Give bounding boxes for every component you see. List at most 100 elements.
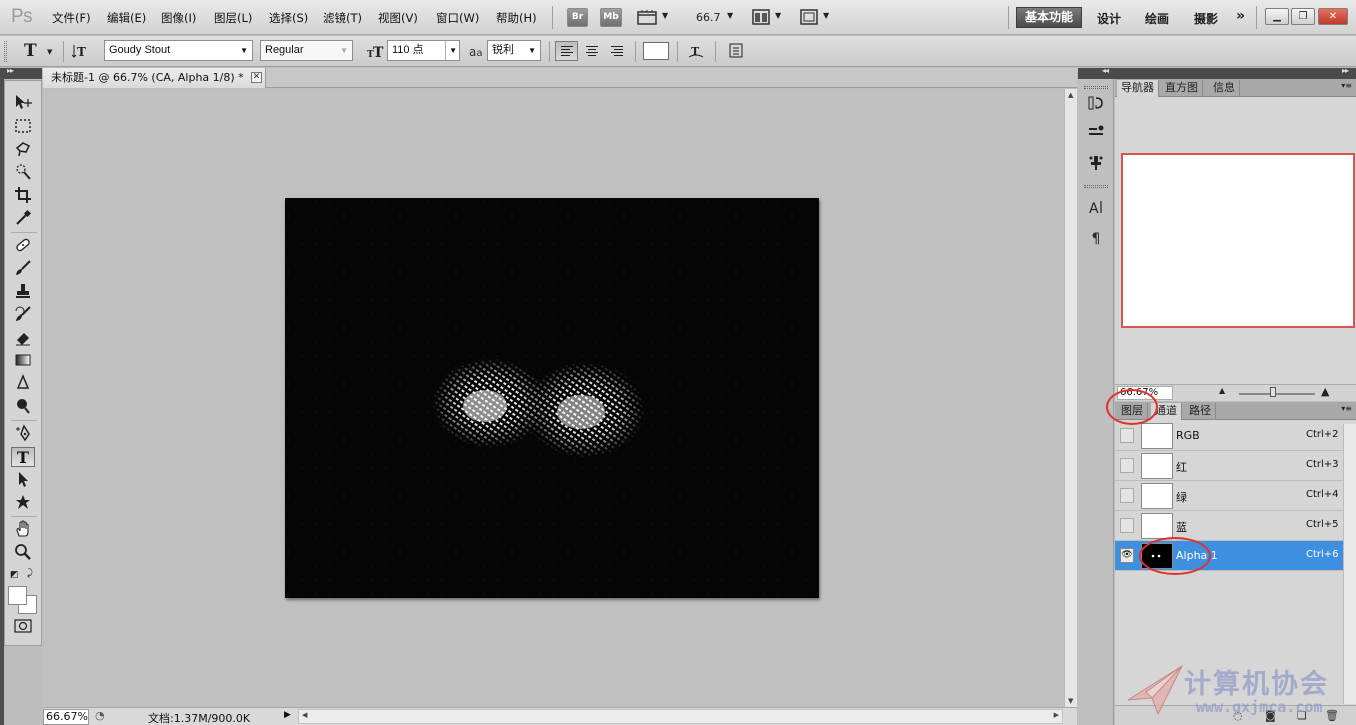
restore-button[interactable]: ❐ [1291, 8, 1315, 25]
warp-text-icon[interactable]: T [688, 43, 704, 63]
preview-icon[interactable]: ◔ [95, 709, 105, 722]
character-panel-icon[interactable]: A [1084, 198, 1108, 220]
eyedropper-tool-icon[interactable] [11, 209, 35, 229]
tab-histogram[interactable]: 直方图 [1161, 80, 1203, 97]
font-size-select[interactable]: 110 点 ▼ [387, 40, 460, 61]
align-left-button[interactable] [555, 41, 578, 61]
zoom-caret-icon[interactable]: ▼ [727, 11, 733, 20]
scroll-left-icon[interactable]: ◀ [302, 711, 307, 719]
more-workspaces-icon[interactable]: » [1236, 8, 1245, 24]
toggle-text-orientation-icon[interactable]: T [71, 43, 88, 63]
arrange-caret-icon[interactable]: ▼ [775, 11, 781, 20]
navigator-preview[interactable] [1121, 153, 1355, 328]
gradient-tool-icon[interactable] [11, 351, 35, 371]
healing-brush-tool-icon[interactable] [11, 236, 35, 256]
extras-caret-icon[interactable]: ▼ [662, 11, 668, 20]
workspace-essentials[interactable]: 基本功能 [1016, 7, 1082, 28]
default-colors-icon[interactable]: ◩ [10, 570, 19, 580]
workspace-design[interactable]: 设计 [1097, 10, 1121, 27]
zoom-out-icon[interactable]: ▲ [1219, 386, 1225, 395]
quick-selection-tool-icon[interactable] [11, 163, 35, 183]
screen-mode-icon[interactable] [800, 9, 818, 26]
menu-select[interactable]: 选择(S) [269, 10, 308, 26]
dodge-tool-icon[interactable] [11, 397, 35, 417]
channel-row-red[interactable]: 红 Ctrl+3 [1115, 451, 1356, 481]
brush-tool-icon[interactable] [11, 259, 35, 279]
strip-grip[interactable] [1084, 185, 1108, 188]
panel-menu-icon[interactable]: ▾≡ [1341, 404, 1352, 413]
toolbox-header[interactable]: ▸▸ [0, 66, 42, 79]
visibility-toggle[interactable] [1120, 428, 1134, 443]
menu-image[interactable]: 图像(I) [161, 10, 196, 26]
navigator-zoom-slider[interactable] [1239, 393, 1315, 395]
collapse-icon[interactable]: ▸▸ [1342, 66, 1349, 75]
channel-row-green[interactable]: 绿 Ctrl+4 [1115, 481, 1356, 511]
status-zoom-input[interactable]: 66.67% [43, 709, 89, 725]
menu-view[interactable]: 视图(V) [378, 10, 418, 26]
foreground-color-swatch[interactable] [8, 586, 27, 605]
zoom-tool-icon[interactable] [11, 543, 35, 563]
collapse-icon[interactable]: ▸▸ [7, 66, 14, 75]
document-canvas[interactable] [285, 198, 819, 598]
path-selection-tool-icon[interactable] [11, 470, 35, 490]
move-tool-icon[interactable] [11, 93, 35, 113]
scroll-down-icon[interactable]: ▼ [1068, 697, 1073, 705]
history-brush-tool-icon[interactable] [11, 305, 35, 325]
menu-file[interactable]: 文件(F) [52, 10, 91, 26]
canvas-area[interactable] [43, 89, 1064, 707]
custom-shape-tool-icon[interactable] [11, 493, 35, 513]
menu-help[interactable]: 帮助(H) [496, 10, 537, 26]
eye-icon[interactable]: 👁 [1120, 548, 1134, 563]
visibility-toggle[interactable] [1120, 518, 1134, 533]
minimize-button[interactable]: ▁ [1265, 8, 1289, 25]
mini-bridge-button[interactable]: Mb [600, 8, 622, 27]
menu-edit[interactable]: 编辑(E) [107, 10, 146, 26]
eraser-tool-icon[interactable] [11, 328, 35, 348]
quick-mask-icon[interactable] [11, 619, 35, 639]
text-tool-preset-icon[interactable]: T [24, 41, 37, 61]
scroll-right-icon[interactable]: ▶ [1054, 711, 1059, 719]
align-center-button[interactable] [580, 41, 603, 61]
workspace-photography[interactable]: 摄影 [1194, 10, 1218, 27]
character-panel-toggle-icon[interactable] [729, 43, 743, 62]
swap-colors-icon[interactable]: ⤸ [27, 568, 33, 579]
clone-source-panel-icon[interactable] [1084, 154, 1108, 176]
clone-stamp-tool-icon[interactable] [11, 282, 35, 302]
brush-presets-panel-icon[interactable] [1084, 123, 1108, 145]
status-menu-arrow-icon[interactable]: ▶ [284, 710, 291, 720]
hand-tool-icon[interactable] [11, 520, 35, 540]
arrange-documents-icon[interactable] [752, 9, 770, 26]
close-tab-icon[interactable]: ✕ [251, 72, 262, 83]
channel-row-rgb[interactable]: RGB Ctrl+2 [1115, 421, 1356, 451]
workspace-painting[interactable]: 绘画 [1145, 10, 1169, 27]
scroll-up-icon[interactable]: ▲ [1068, 91, 1073, 99]
horizontal-scrollbar[interactable]: ◀ ▶ [298, 709, 1063, 724]
panel-menu-icon[interactable]: ▾≡ [1341, 81, 1352, 90]
font-style-select[interactable]: Regular ▼ [260, 40, 353, 61]
tab-paths[interactable]: 路径 [1185, 403, 1216, 420]
channel-row-blue[interactable]: 蓝 Ctrl+5 [1115, 511, 1356, 541]
history-panel-icon[interactable] [1084, 94, 1108, 116]
menu-layer[interactable]: 图层(L) [214, 10, 252, 26]
antialias-select[interactable]: 锐利 ▼ [487, 40, 541, 61]
extras-icon[interactable] [637, 9, 657, 26]
text-color-swatch[interactable] [643, 42, 669, 60]
menu-filter[interactable]: 滤镜(T) [323, 10, 362, 26]
menu-window[interactable]: 窗口(W) [436, 10, 479, 26]
zoom-level[interactable]: 66.7 [696, 11, 721, 24]
tab-navigator[interactable]: 导航器 [1117, 80, 1159, 97]
tool-preset-caret-icon[interactable]: ▼ [47, 48, 52, 56]
blur-tool-icon[interactable] [11, 374, 35, 394]
bridge-button[interactable]: Br [567, 8, 588, 27]
type-tool-icon[interactable]: T [11, 447, 35, 467]
visibility-toggle[interactable] [1120, 458, 1134, 473]
font-family-select[interactable]: Goudy Stout ▼ [104, 40, 253, 61]
visibility-toggle[interactable] [1120, 488, 1134, 503]
slider-thumb[interactable] [1270, 387, 1276, 397]
vertical-scrollbar[interactable]: ▲ ▼ [1064, 89, 1077, 707]
align-right-button[interactable] [605, 41, 628, 61]
collapse-icon[interactable]: ◂◂ [1102, 66, 1109, 75]
strip-grip[interactable] [1084, 86, 1108, 89]
crop-tool-icon[interactable] [11, 186, 35, 206]
zoom-in-icon[interactable]: ▲ [1321, 385, 1329, 398]
